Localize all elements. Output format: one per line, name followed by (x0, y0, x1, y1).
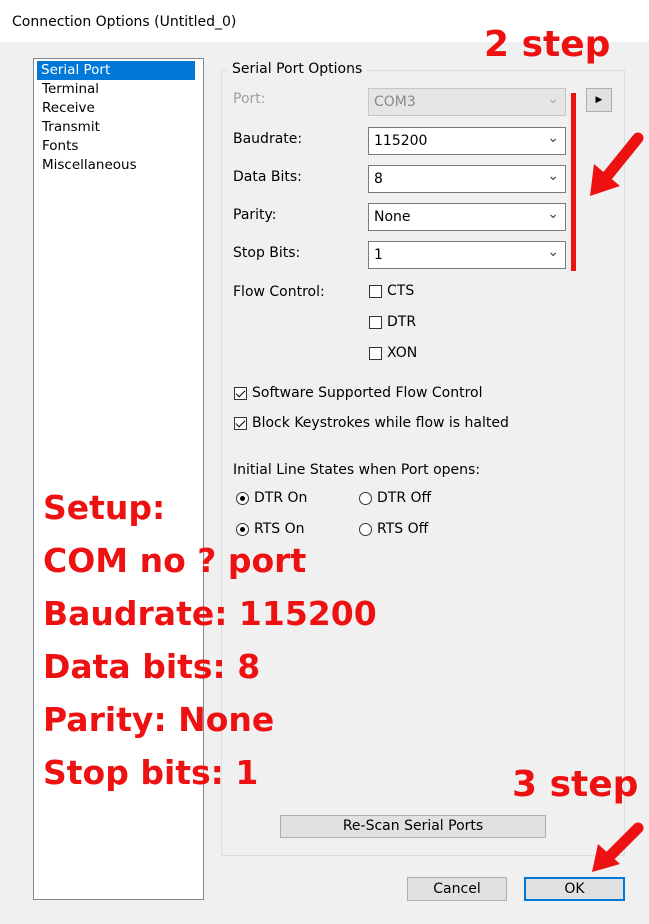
chevron-down-icon: ⌄ (547, 244, 559, 260)
nav-item-receive[interactable]: Receive (38, 99, 99, 118)
parity-label: Parity: (233, 207, 277, 223)
radio-circle[interactable] (359, 491, 372, 505)
chevron-down-icon: ⌄ (547, 206, 559, 222)
dtr-checkbox[interactable]: DTR (369, 314, 416, 330)
nav-item-serial-port[interactable]: Serial Port (37, 61, 195, 80)
radio-circle[interactable] (236, 491, 249, 505)
checkbox-box[interactable] (234, 416, 247, 430)
cts-label: CTS (387, 283, 415, 299)
expand-ports-button[interactable]: ▶ (586, 88, 612, 112)
red-bracket-line (571, 93, 576, 271)
block-keystrokes-checkbox[interactable]: Block Keystrokes while flow is halted (234, 415, 509, 431)
port-value: COM3 (374, 94, 416, 110)
ok-button[interactable]: OK (524, 877, 625, 901)
flow-control-label: Flow Control: (233, 284, 325, 300)
rts-off-label: RTS Off (377, 521, 429, 537)
rts-on-radio[interactable]: RTS On (236, 521, 305, 537)
nav-item-transmit[interactable]: Transmit (38, 118, 104, 137)
nav-item-fonts[interactable]: Fonts (38, 137, 82, 156)
parity-value: None (374, 209, 411, 225)
rts-on-label: RTS On (254, 521, 305, 537)
nav-item-miscellaneous[interactable]: Miscellaneous (38, 156, 141, 175)
step-2-annotation: 2 step (484, 24, 611, 65)
chevron-down-icon: ⌄ (547, 130, 559, 146)
rescan-serial-ports-button[interactable]: Re-Scan Serial Ports (280, 815, 546, 838)
checkbox-box[interactable] (369, 315, 382, 329)
parity-select[interactable]: None ⌄ (368, 203, 566, 231)
connection-options-dialog: Connection Options (Untitled_0) Serial P… (0, 0, 649, 924)
checkbox-box[interactable] (234, 386, 247, 400)
radio-circle[interactable] (236, 522, 249, 536)
port-label: Port: (233, 91, 266, 107)
setup-note-line: Setup: (43, 488, 166, 527)
data-bits-value: 8 (374, 171, 383, 187)
nav-item-terminal[interactable]: Terminal (38, 80, 103, 99)
setup-note-line: Baudrate: 115200 (43, 594, 377, 633)
dtr-on-radio[interactable]: DTR On (236, 490, 307, 506)
chevron-down-icon: ⌄ (547, 168, 559, 184)
baudrate-label: Baudrate: (233, 131, 303, 147)
dtr-on-label: DTR On (254, 490, 308, 506)
play-right-icon: ▶ (595, 95, 603, 105)
cts-checkbox[interactable]: CTS (369, 283, 414, 299)
stop-bits-select[interactable]: 1 ⌄ (368, 241, 566, 269)
stop-bits-label: Stop Bits: (233, 245, 301, 261)
chevron-down-icon: ⌄ (547, 91, 559, 107)
checkbox-box[interactable] (369, 284, 382, 298)
checkbox-box[interactable] (369, 346, 382, 360)
baudrate-value: 115200 (374, 133, 428, 149)
xon-checkbox[interactable]: XON (369, 345, 417, 361)
radio-circle[interactable] (359, 522, 372, 536)
setup-note-line: Data bits: 8 (43, 647, 261, 686)
port-select: COM3 ⌄ (368, 88, 566, 116)
cancel-button[interactable]: Cancel (407, 877, 507, 901)
stop-bits-value: 1 (374, 247, 383, 263)
setup-note-line: COM no ? port (43, 541, 307, 580)
group-title: Serial Port Options (228, 61, 367, 77)
xon-label: XON (387, 345, 418, 361)
dtr-off-radio[interactable]: DTR Off (359, 490, 431, 506)
red-arrow-icon (592, 822, 644, 872)
line-states-label: Initial Line States when Port opens: (233, 462, 481, 478)
window-title: Connection Options (Untitled_0) (12, 14, 237, 30)
setup-note-line: Stop bits: 1 (43, 753, 259, 792)
red-arrow-icon (590, 132, 644, 196)
software-flow-checkbox[interactable]: Software Supported Flow Control (234, 385, 482, 401)
software-flow-label: Software Supported Flow Control (252, 385, 483, 401)
dtr-label: DTR (387, 314, 417, 330)
data-bits-select[interactable]: 8 ⌄ (368, 165, 566, 193)
setup-note-line: Parity: None (43, 700, 275, 739)
rts-off-radio[interactable]: RTS Off (359, 521, 428, 537)
block-keystrokes-label: Block Keystrokes while flow is halted (252, 415, 509, 431)
dtr-off-label: DTR Off (377, 490, 432, 506)
data-bits-label: Data Bits: (233, 169, 302, 185)
step-3-annotation: 3 step (512, 764, 639, 805)
baudrate-select[interactable]: 115200 ⌄ (368, 127, 566, 155)
